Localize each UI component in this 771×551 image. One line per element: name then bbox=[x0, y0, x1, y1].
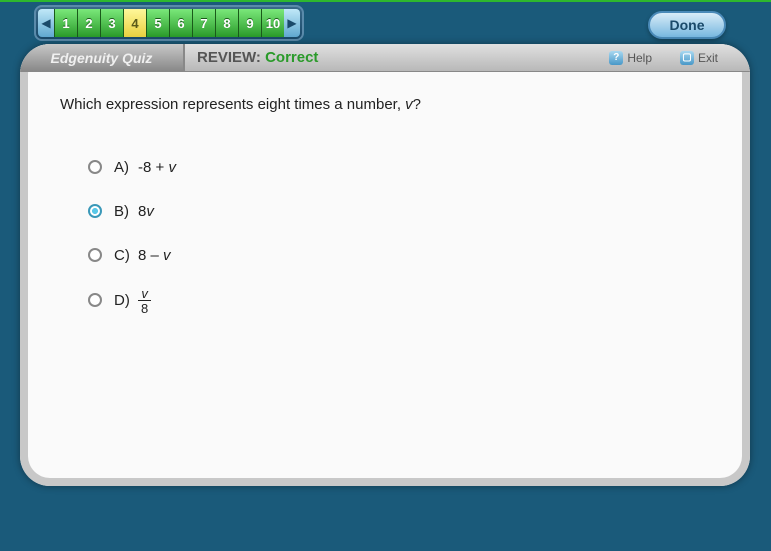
fraction-num: v bbox=[138, 287, 151, 301]
nav-q2[interactable]: 2 bbox=[77, 9, 100, 37]
nav-q4[interactable]: 4 bbox=[123, 9, 146, 37]
opt-b-var: v bbox=[146, 203, 154, 220]
radio-b[interactable] bbox=[88, 204, 102, 218]
nav-q9[interactable]: 9 bbox=[238, 9, 261, 37]
quiz-panel: Edgenuity Quiz REVIEW: Correct ? Help ▢ … bbox=[20, 44, 750, 486]
opt-a-before: -8 + bbox=[138, 159, 168, 176]
question-nav: ◀ 1 2 3 4 5 6 7 8 9 10 ▶ Done bbox=[34, 5, 771, 41]
nav-q7[interactable]: 7 bbox=[192, 9, 215, 37]
help-icon: ? bbox=[609, 51, 623, 65]
fraction-icon: v 8 bbox=[138, 287, 151, 315]
brand-label: Edgenuity Quiz bbox=[20, 44, 185, 71]
help-label: Help bbox=[627, 51, 652, 65]
nav-q6[interactable]: 6 bbox=[169, 9, 192, 37]
nav-q3[interactable]: 3 bbox=[100, 9, 123, 37]
nav-q8[interactable]: 8 bbox=[215, 9, 238, 37]
radio-d[interactable] bbox=[88, 293, 102, 307]
option-d[interactable]: D) v 8 bbox=[88, 285, 710, 315]
nav-frame: ◀ 1 2 3 4 5 6 7 8 9 10 ▶ bbox=[34, 5, 304, 41]
nav-q10[interactable]: 10 bbox=[261, 9, 284, 37]
opt-c-var: v bbox=[163, 247, 171, 264]
opt-a-var: v bbox=[168, 159, 176, 176]
radio-a[interactable] bbox=[88, 160, 102, 174]
option-c[interactable]: C) 8 – v bbox=[88, 241, 710, 269]
prompt-after: ? bbox=[413, 96, 421, 113]
nav-q1[interactable]: 1 bbox=[54, 9, 77, 37]
review-status-text: Correct bbox=[265, 49, 318, 66]
option-d-content: v 8 bbox=[138, 285, 151, 315]
radio-c[interactable] bbox=[88, 248, 102, 262]
done-button[interactable]: Done bbox=[648, 11, 726, 39]
review-status: REVIEW: Correct bbox=[197, 49, 318, 66]
option-c-content: 8 – v bbox=[138, 247, 171, 264]
opt-c-before: 8 – bbox=[138, 247, 163, 264]
nav-q5[interactable]: 5 bbox=[146, 9, 169, 37]
review-prefix: REVIEW: bbox=[197, 49, 265, 66]
fraction-den: 8 bbox=[138, 301, 151, 315]
help-button[interactable]: ? Help bbox=[609, 48, 652, 68]
panel-header: Edgenuity Quiz REVIEW: Correct ? Help ▢ … bbox=[20, 44, 750, 72]
option-b[interactable]: B) 8v bbox=[88, 197, 710, 225]
option-b-content: 8v bbox=[138, 203, 154, 220]
exit-button[interactable]: ▢ Exit bbox=[680, 48, 718, 68]
question-area: Which expression represents eight times … bbox=[20, 72, 750, 355]
option-d-letter: D) bbox=[114, 292, 138, 309]
next-arrow[interactable]: ▶ bbox=[284, 9, 300, 37]
prompt-var: v bbox=[405, 96, 413, 113]
top-accent-bar bbox=[0, 0, 771, 2]
option-b-letter: B) bbox=[114, 203, 138, 220]
options-list: A) -8 + v B) 8v C) 8 – v bbox=[88, 153, 710, 315]
exit-icon: ▢ bbox=[680, 51, 694, 65]
option-a-letter: A) bbox=[114, 159, 138, 176]
prompt-before: Which expression represents eight times … bbox=[60, 96, 405, 113]
question-prompt: Which expression represents eight times … bbox=[60, 96, 710, 113]
exit-label: Exit bbox=[698, 51, 718, 65]
option-a-content: -8 + v bbox=[138, 159, 176, 176]
option-c-letter: C) bbox=[114, 247, 138, 264]
prev-arrow[interactable]: ◀ bbox=[38, 9, 54, 37]
option-a[interactable]: A) -8 + v bbox=[88, 153, 710, 181]
